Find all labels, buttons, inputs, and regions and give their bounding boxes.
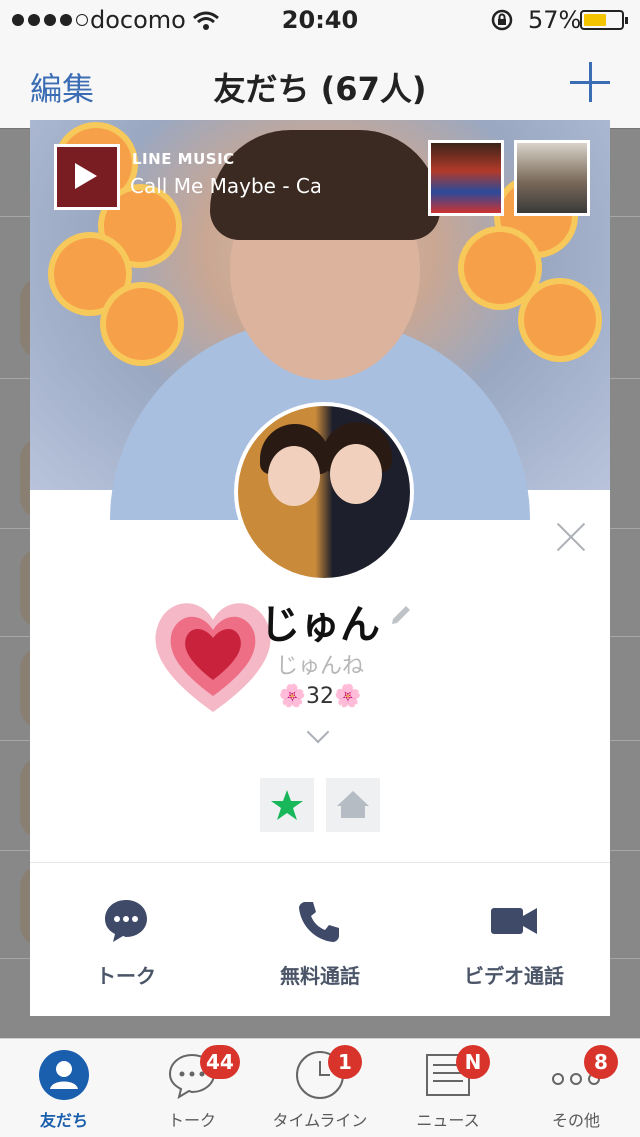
rotation-lock-icon	[491, 9, 513, 31]
person-icon	[39, 1050, 89, 1100]
flower-decoration	[464, 232, 536, 304]
profile-original-name: じゅんね	[275, 654, 364, 679]
music-play-button[interactable]	[54, 144, 120, 210]
profile-card: LINE MUSIC Call Me Maybe - Carly Rae Jep…	[30, 120, 610, 1016]
photo-thumbnail[interactable]	[514, 140, 590, 216]
tab-talk[interactable]: 44 トーク	[128, 1045, 256, 1131]
tab-timeline[interactable]: 1 タイムライン	[256, 1045, 384, 1131]
favorite-button[interactable]	[260, 778, 314, 832]
video-call-button[interactable]: ビデオ通話	[434, 896, 594, 989]
flower-decoration	[524, 284, 596, 356]
video-call-label: ビデオ通話	[464, 964, 564, 988]
play-icon	[75, 163, 97, 189]
video-camera-icon	[491, 908, 537, 934]
navigation-bar: 編集 友だち (67人)	[0, 40, 640, 129]
profile-name: じゅん	[260, 602, 380, 648]
profile-avatar[interactable]	[234, 402, 414, 582]
page-title: 友だち (67人)	[213, 70, 427, 108]
star-icon	[271, 790, 303, 820]
home-button[interactable]	[326, 778, 380, 832]
music-service-label: LINE MUSIC	[132, 150, 235, 168]
flower-decoration	[106, 288, 178, 360]
unread-badge: 44	[200, 1045, 240, 1079]
tab-friends[interactable]: 友だち	[0, 1049, 128, 1131]
battery-percentage: 57%	[528, 6, 582, 34]
tab-news[interactable]: N ニュース	[384, 1045, 512, 1131]
free-call-label: 無料通話	[280, 964, 360, 988]
free-call-button[interactable]: 無料通話	[240, 896, 400, 989]
unread-badge: 8	[584, 1045, 618, 1079]
unread-badge: 1	[328, 1045, 362, 1079]
talk-label: トーク	[96, 964, 156, 988]
new-badge: N	[456, 1045, 490, 1079]
status-message: 🌸32🌸	[278, 684, 362, 709]
tab-more[interactable]: 8 その他	[512, 1045, 640, 1131]
phone-icon	[299, 902, 339, 942]
chevron-down-icon[interactable]	[306, 720, 330, 744]
music-song-title[interactable]: Call Me Maybe - Carly Rae Jepsen	[130, 174, 320, 198]
edit-name-icon[interactable]	[388, 602, 414, 628]
divider	[30, 862, 610, 863]
add-friend-icon[interactable]	[570, 62, 610, 102]
status-bar: docomo 20:40 57%	[0, 0, 640, 40]
photo-thumbnail[interactable]	[428, 140, 504, 216]
home-icon	[337, 791, 369, 818]
talk-button[interactable]: トーク	[46, 896, 206, 989]
tab-bar: 友だち 44 トーク 1 タイムライン N ニュース 8 その他	[0, 1038, 640, 1137]
close-icon[interactable]	[556, 522, 586, 552]
battery-icon	[580, 10, 628, 30]
chat-bubble-icon	[105, 900, 147, 942]
